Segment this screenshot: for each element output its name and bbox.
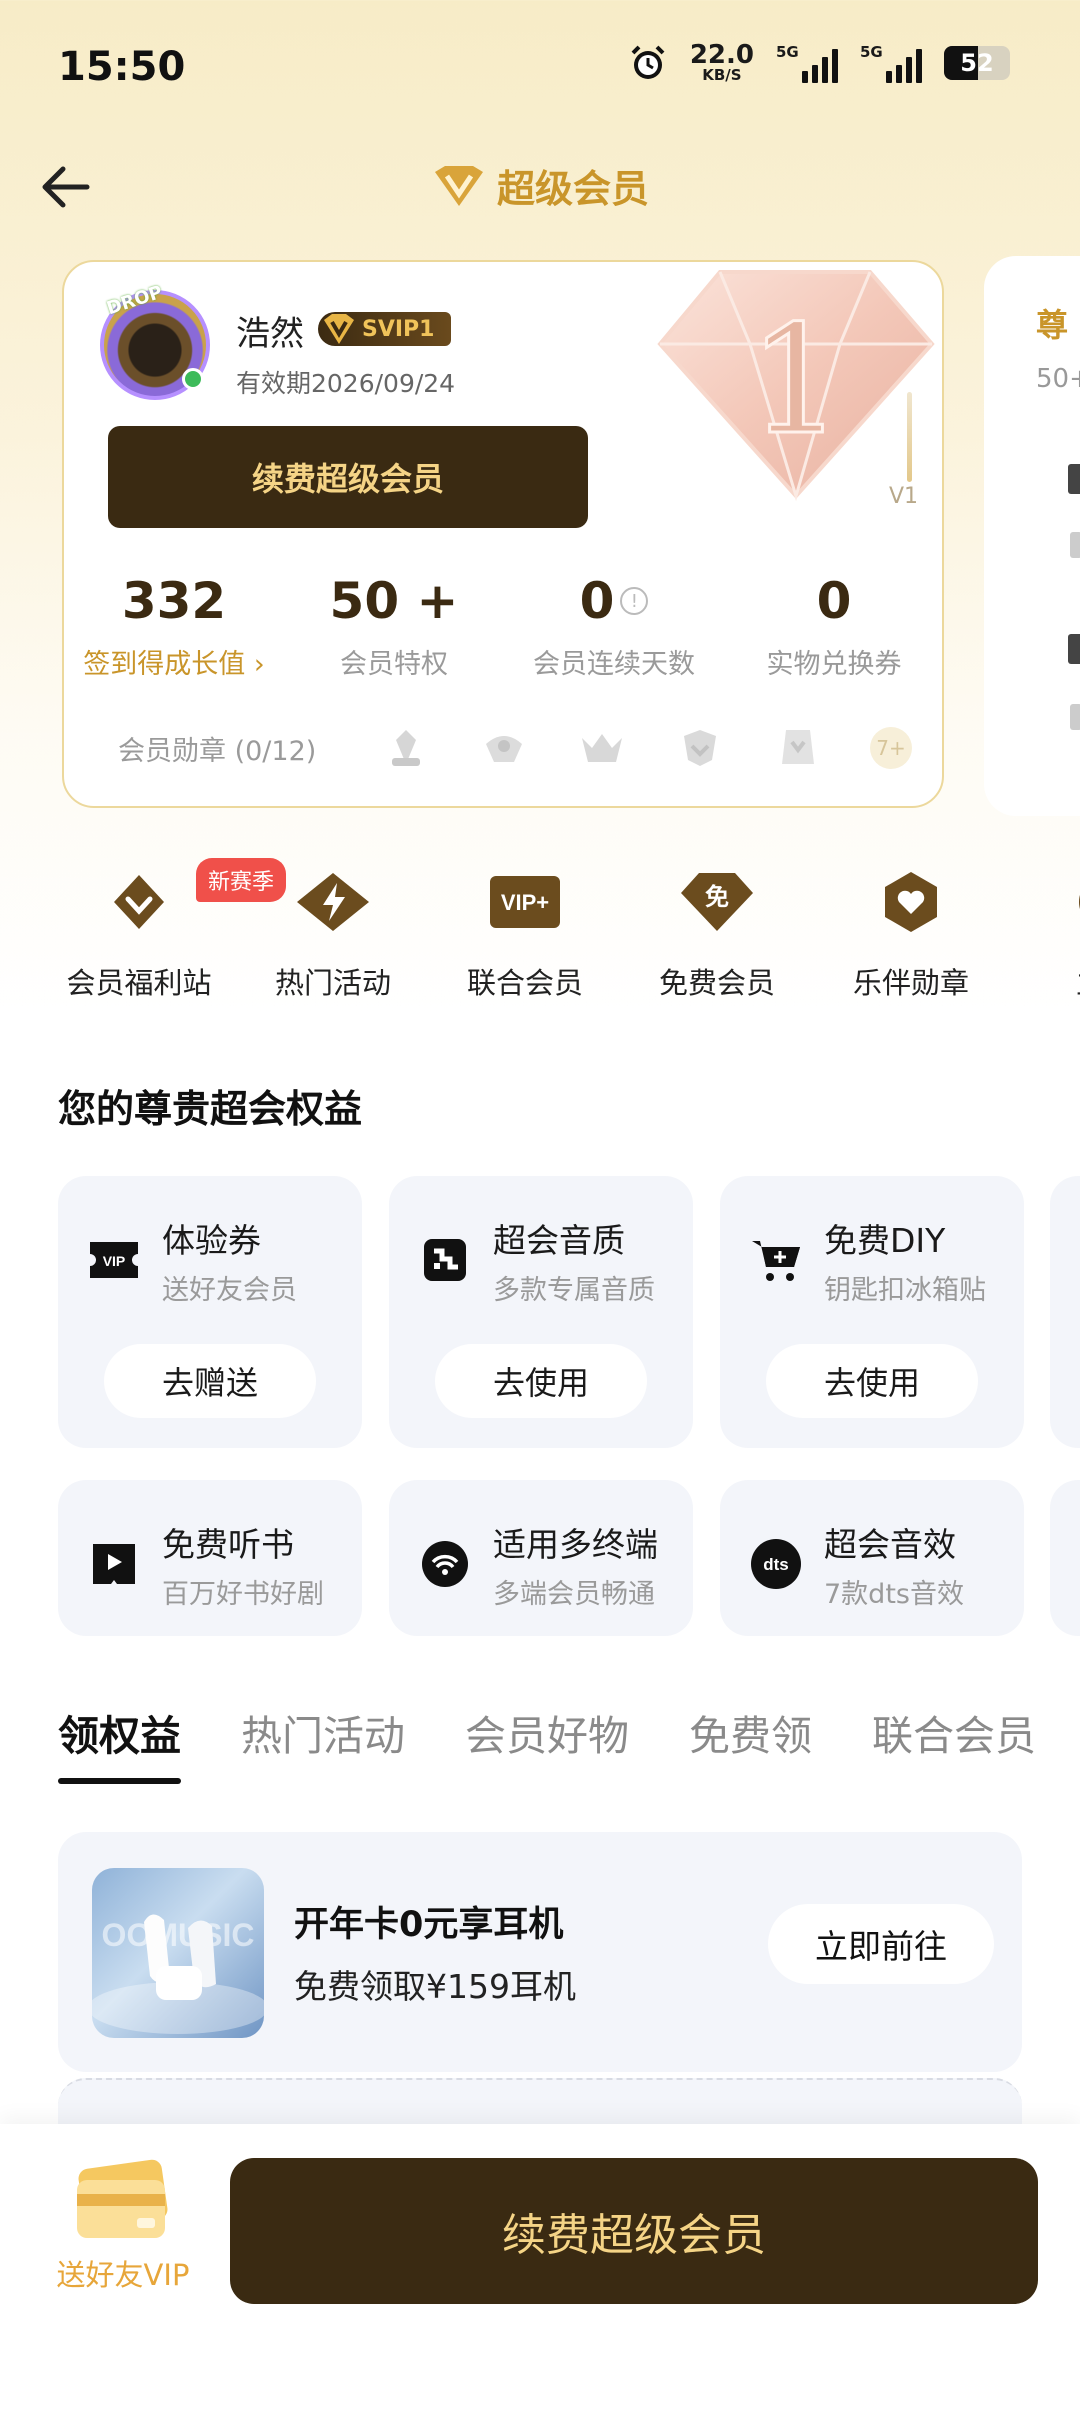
- vip-plus-icon: VIP+: [485, 862, 565, 942]
- nav-free-membership[interactable]: 免 免费会员: [622, 862, 812, 1002]
- category-tabs: 领权益 热门活动 会员好物 免费领 联合会员: [58, 1702, 1080, 1784]
- medals-row[interactable]: 会员勋章 (0/12) 7+: [118, 722, 912, 774]
- tab-benefits[interactable]: 领权益: [58, 1702, 181, 1784]
- stat-vouchers[interactable]: 0 实物兑换券: [724, 572, 944, 681]
- gift-button[interactable]: 去赠送: [104, 1344, 316, 1418]
- vip-ticket-icon: VIP: [88, 1234, 140, 1286]
- medals-more[interactable]: 7+: [870, 727, 912, 769]
- status-icons: 22.0 KB/S 5G 5G 52: [628, 42, 1010, 83]
- audiobook-icon: [88, 1538, 140, 1590]
- svg-text:VIP: VIP: [103, 1253, 126, 1269]
- gift-diamond-icon: [99, 862, 179, 942]
- vip-card-gift-icon: [77, 2159, 168, 2238]
- earphone-image: OOMUSIC: [92, 1868, 264, 2038]
- theme-icon: [1065, 862, 1080, 942]
- signal-icon-sim1: 5G: [776, 43, 838, 83]
- battery-icon: 52: [944, 45, 1010, 80]
- signal-icon-sim2: 5G: [860, 43, 922, 83]
- tab-free[interactable]: 免费领: [689, 1702, 812, 1762]
- promo-card[interactable]: OOMUSIC 开年卡0元享耳机 免费领取¥159耳机 立即前往: [58, 1832, 1022, 2072]
- alarm-icon: [628, 43, 668, 83]
- quick-nav: 会员福利站 新赛季 热门活动 VIP+ 联合会员 免 免费会员 乐伴勋章 主题: [0, 858, 1080, 1012]
- medal-icon: [380, 722, 432, 774]
- benefit-card-peek[interactable]: [1050, 1176, 1080, 1448]
- gift-friend-vip-button[interactable]: 送好友VIP: [50, 2158, 196, 2294]
- benefit-card-dts-effect[interactable]: dts 超会音效 7款dts音效: [720, 1480, 1024, 1636]
- svg-text:OOMUSIC: OOMUSIC: [102, 1917, 255, 1953]
- info-icon[interactable]: !: [620, 587, 649, 615]
- stat-streak-days[interactable]: 0! 会员连续天数: [504, 572, 724, 681]
- cart-icon: [750, 1234, 802, 1286]
- tab-hot-activities[interactable]: 热门活动: [241, 1702, 405, 1762]
- use-button[interactable]: 去使用: [435, 1344, 647, 1418]
- level-diamond-icon: 1: [657, 270, 935, 502]
- sound-quality-icon: [419, 1234, 471, 1286]
- next-level-card[interactable]: 尊 50+: [984, 256, 1080, 816]
- net-speed: 22.0 KB/S: [689, 40, 754, 84]
- nav-joint-membership[interactable]: VIP+ 联合会员: [430, 862, 620, 1002]
- benefit-card-sound-quality[interactable]: 超会音质 多款专属音质 去使用: [389, 1176, 693, 1448]
- svg-text:VIP+: VIP+: [501, 890, 549, 915]
- benefit-card-audiobook[interactable]: 免费听书 百万好书好剧: [58, 1480, 362, 1636]
- go-now-button[interactable]: 立即前往: [768, 1904, 994, 1984]
- benefit-card-free-diy[interactable]: 免费DIY 钥匙扣冰箱贴 去使用: [720, 1176, 1024, 1448]
- benefit-card-trial-ticket[interactable]: VIP 体验券 送好友会员 去赠送: [58, 1176, 362, 1448]
- svip-badge: SVIP1: [318, 312, 451, 346]
- benefits-title: 您的尊贵超会权益: [58, 1087, 363, 1131]
- expire-date: 有效期2026/09/24: [236, 369, 456, 398]
- nav-hot-activities[interactable]: 热门活动: [238, 862, 428, 1002]
- free-icon: 免: [677, 862, 757, 942]
- nav-welfare-station[interactable]: 会员福利站 新赛季: [44, 858, 287, 1002]
- renew-card-button[interactable]: 续费超级会员: [108, 426, 588, 528]
- benefit-card-multi-device[interactable]: 适用多终端 多端会员畅通: [389, 1480, 693, 1636]
- medal-icon: [772, 722, 824, 774]
- page-title: 超级会员: [0, 158, 1080, 213]
- avatar[interactable]: DROP: [100, 282, 210, 400]
- bottom-bar: 送好友VIP 续费超级会员: [0, 2124, 1080, 2412]
- svg-text:dts: dts: [763, 1555, 789, 1574]
- promo-title: 开年卡0元享耳机: [294, 1905, 564, 1945]
- multi-device-icon: [419, 1538, 471, 1590]
- medal-icon: [576, 722, 628, 774]
- svg-text:免: 免: [705, 883, 729, 911]
- svip-v-icon: [324, 314, 354, 344]
- medal-icon: [478, 722, 530, 774]
- benefit-card-peek[interactable]: [1050, 1480, 1080, 1636]
- stats-row: 332 签到得成长值 › 50 + 会员特权 0! 会员连续天数 0 实物兑换券: [64, 572, 944, 681]
- tab-member-goods[interactable]: 会员好物: [465, 1702, 629, 1762]
- lightning-icon: [293, 862, 373, 942]
- promo-subtitle: 免费领取¥159耳机: [294, 1967, 576, 2006]
- stat-privileges[interactable]: 50 + 会员特权: [284, 572, 504, 681]
- use-button[interactable]: 去使用: [766, 1344, 978, 1418]
- svg-text:1: 1: [748, 294, 843, 468]
- renew-button[interactable]: 续费超级会员: [230, 2158, 1038, 2304]
- nav-companion-medal[interactable]: 乐伴勋章: [816, 862, 1006, 1002]
- tab-joint-membership[interactable]: 联合会员: [872, 1702, 1036, 1762]
- nav-theme[interactable]: 主题: [1010, 862, 1080, 1002]
- stat-growth[interactable]: 332 签到得成长值 ›: [64, 572, 284, 681]
- svip-diamond-icon: [434, 165, 483, 206]
- heart-medal-icon: [871, 862, 951, 942]
- online-dot: [182, 368, 204, 390]
- dts-icon: dts: [750, 1538, 802, 1590]
- status-time: 15:50: [58, 44, 186, 90]
- medal-icon: [674, 722, 726, 774]
- username: 浩然: [236, 314, 304, 354]
